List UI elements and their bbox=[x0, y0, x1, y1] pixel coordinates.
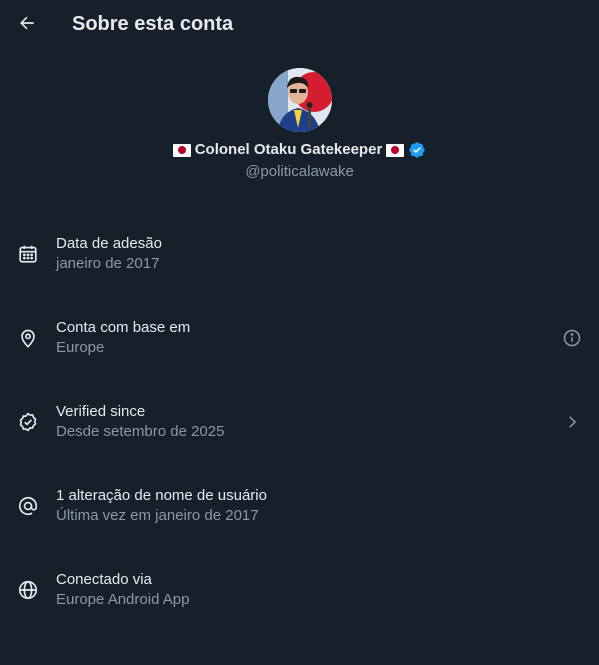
page-title: Sobre esta conta bbox=[72, 13, 234, 35]
calendar-icon bbox=[16, 242, 40, 266]
detail-value: Última vez em janeiro de 2017 bbox=[56, 507, 259, 524]
detail-value: Europe bbox=[56, 339, 105, 356]
back-button[interactable] bbox=[12, 8, 42, 38]
arrow-left-icon bbox=[20, 16, 34, 30]
verified-badge-icon[interactable] bbox=[408, 141, 426, 159]
at-sign-icon bbox=[16, 494, 40, 518]
verified-check-icon bbox=[16, 410, 40, 434]
profile-summary: Colonel Otaku Gatekeeper @politicalawake bbox=[0, 68, 599, 182]
avatar[interactable] bbox=[267, 68, 332, 132]
detail-value: janeiro de 2017 bbox=[56, 255, 160, 272]
detail-label: 1 alteração de nome de usuário bbox=[56, 487, 267, 504]
detail-label: Conectado via bbox=[56, 571, 152, 588]
info-icon[interactable] bbox=[561, 327, 583, 349]
detail-row-connected-via: Conectado via Europe Android App bbox=[0, 558, 599, 642]
detail-row-username-changes: 1 alteração de nome de usuário Última ve… bbox=[0, 474, 599, 558]
user-handle: @politicalawake bbox=[245, 163, 354, 180]
about-account-page: Sobre esta conta Colonel Otaku Gatekeepe… bbox=[0, 0, 599, 665]
detail-label: Verified since bbox=[56, 403, 146, 420]
header: Sobre esta conta bbox=[0, 0, 599, 48]
detail-value: Desde setembro de 2025 bbox=[56, 423, 225, 440]
detail-value: Europe Android App bbox=[56, 591, 190, 608]
avatar-image bbox=[267, 68, 332, 132]
detail-row-location: Conta com base em Europe bbox=[0, 306, 599, 390]
detail-row-join-date: Data de adesão janeiro de 2017 bbox=[0, 222, 599, 306]
location-pin-icon bbox=[16, 326, 40, 350]
japan-flag-icon bbox=[172, 143, 191, 157]
detail-label: Data de adesão bbox=[56, 235, 162, 252]
japan-flag-icon bbox=[386, 143, 405, 157]
account-details-list: Data de adesão janeiro de 2017 Conta com… bbox=[0, 222, 599, 642]
detail-label: Conta com base em bbox=[56, 319, 191, 336]
display-name: Colonel Otaku Gatekeeper bbox=[194, 141, 383, 158]
detail-row-verified-since[interactable]: Verified since Desde setembro de 2025 bbox=[0, 390, 599, 474]
display-name-row: Colonel Otaku Gatekeeper bbox=[172, 140, 427, 160]
globe-icon bbox=[16, 578, 40, 602]
chevron-right-icon[interactable] bbox=[561, 411, 583, 433]
